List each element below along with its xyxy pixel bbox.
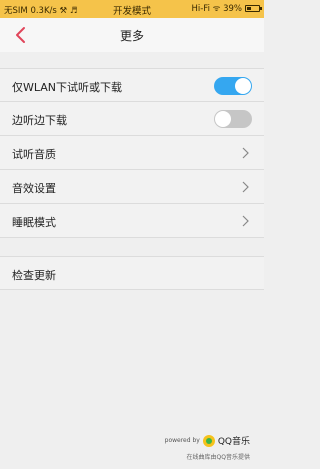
chevron-right-icon: [242, 181, 249, 193]
setting-sleep-mode[interactable]: 睡眠模式: [0, 204, 264, 238]
page-title: 更多: [119, 29, 144, 43]
setting-sound-effects[interactable]: 音效设置: [0, 170, 264, 204]
check-update-label: 检查更新: [12, 269, 56, 282]
chevron-right-icon: [242, 147, 249, 159]
chevron-right-icon: [242, 215, 249, 227]
setting-sound-effects-label: 音效设置: [12, 182, 56, 195]
qq-music-logo-icon: [202, 434, 215, 447]
status-bar: 无SIM 0.3K/s ⚒ ♬ 开发模式 Hi-Fi ᯤ 39%: [0, 0, 264, 18]
status-right: Hi-Fi ᯤ 39%: [191, 3, 262, 14]
top-bar: 更多: [0, 18, 264, 52]
provider-note: 在线曲库由QQ音乐提供: [186, 454, 250, 461]
setting-audio-quality[interactable]: 试听音质: [0, 136, 264, 170]
check-update-row[interactable]: 检查更新: [0, 256, 264, 290]
battery-icon: [245, 5, 262, 12]
footer: powered by QQ音乐 在线曲库由QQ音乐提供: [0, 432, 264, 462]
setting-download-while-listening[interactable]: 边听边下载: [0, 102, 264, 136]
setting-download-while-listening-label: 边听边下载: [12, 114, 67, 127]
update-section: 检查更新: [0, 256, 264, 290]
toggle-knob: [215, 111, 231, 127]
download-while-listening-toggle[interactable]: [214, 110, 252, 128]
setting-audio-quality-label: 试听音质: [12, 148, 56, 161]
powered-by-text: powered by: [164, 437, 200, 444]
setting-sleep-mode-label: 睡眠模式: [12, 216, 56, 229]
status-right-text: Hi-Fi ᯤ 39%: [191, 4, 242, 14]
setting-wlan-only-label: 仅WLAN下试听或下载: [12, 81, 123, 94]
toggle-knob: [235, 78, 251, 94]
setting-wlan-only[interactable]: 仅WLAN下试听或下载: [0, 68, 264, 102]
powered-by: powered by QQ音乐: [165, 434, 250, 447]
settings-list: 仅WLAN下试听或下载 边听边下载 试听音质 音效设置 睡眠模式: [0, 68, 264, 238]
wlan-only-toggle[interactable]: [214, 77, 252, 95]
brand-name: QQ音乐: [217, 437, 250, 447]
